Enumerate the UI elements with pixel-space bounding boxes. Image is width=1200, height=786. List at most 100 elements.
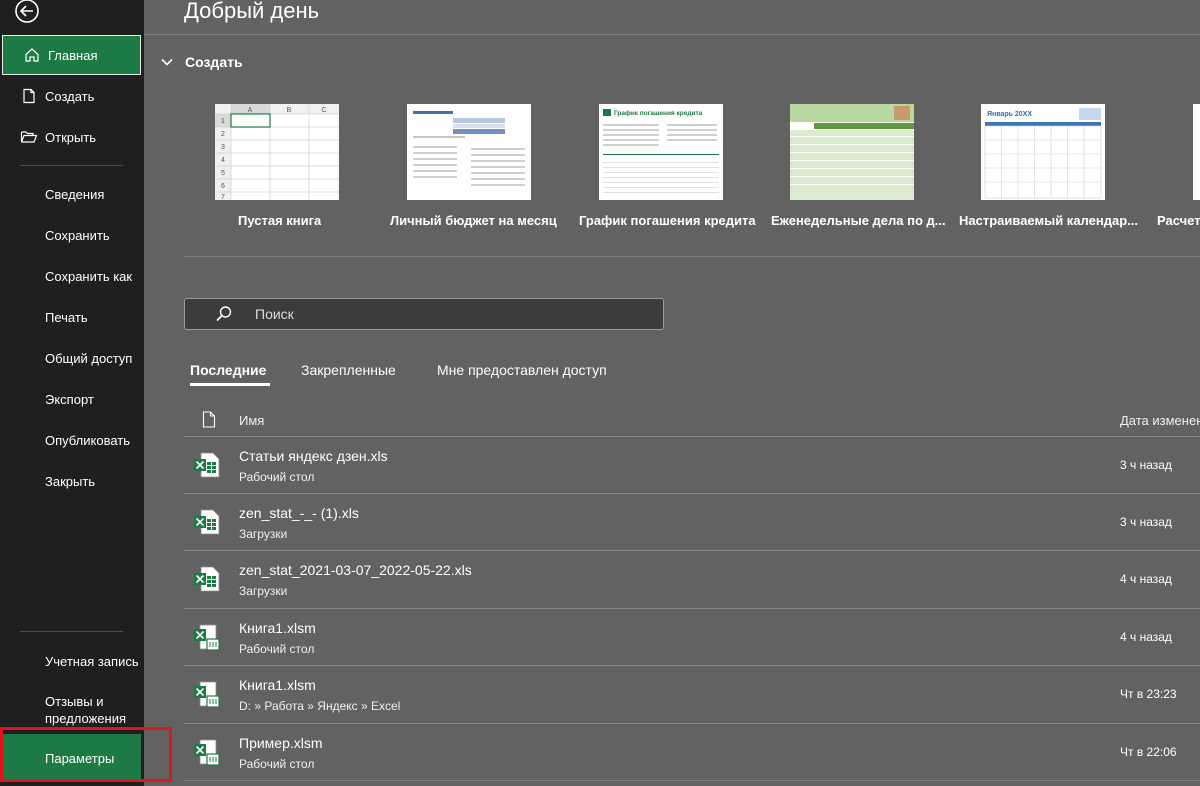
template-budget-label: Личный бюджет на месяц [390, 213, 557, 228]
file-date: 4 ч назад [1120, 572, 1172, 586]
search-icon [216, 306, 232, 322]
file-row[interactable]: Статьи яндекс дзен.xls Рабочий стол 3 ч … [184, 436, 1200, 493]
nav-save-as-label: Сохранить как [45, 268, 133, 284]
sheet-row-3: 3 [221, 144, 225, 151]
sheet-row-5: 5 [221, 170, 225, 177]
file-row[interactable]: Книга1.xlsm Рабочий стол 4 ч назад [184, 608, 1200, 665]
section-divider [184, 256, 1200, 257]
back-arrow-icon[interactable] [14, 0, 40, 24]
tab-recent[interactable]: Последние [190, 362, 266, 378]
calendar-preview: Январь 20XX [981, 104, 1105, 200]
nav-close[interactable]: Закрыть [0, 461, 144, 501]
nav-new[interactable]: Создать [0, 76, 144, 116]
excel-xls-icon [194, 509, 220, 535]
template-chores-label: Еженедельные дела по д... [771, 213, 946, 228]
excel-xlsm-icon [194, 739, 220, 766]
chevron-down-icon[interactable] [160, 55, 174, 69]
budget-preview [407, 104, 531, 200]
file-location: D: » Работа » Яндекс » Excel [239, 699, 401, 713]
file-date: 4 ч назад [1120, 630, 1172, 644]
nav-save-as[interactable]: Сохранить как [0, 256, 144, 296]
file-date: Чт в 23:23 [1120, 687, 1177, 701]
nav-account-label: Учетная запись [45, 653, 139, 669]
file-name: zen_stat_-_- (1).xls [239, 505, 359, 521]
home-icon [23, 46, 41, 64]
column-date-header[interactable]: Дата изменения [1120, 413, 1200, 428]
nav-print-label: Печать [45, 309, 88, 325]
file-name: Книга1.xlsm [239, 677, 316, 693]
nav-export[interactable]: Экспорт [0, 379, 144, 419]
nav-publish[interactable]: Опубликовать [0, 420, 144, 460]
template-weekly-chores[interactable] [790, 104, 914, 200]
nav-publish-label: Опубликовать [45, 432, 131, 448]
nav-save[interactable]: Сохранить [0, 215, 144, 255]
nav-home[interactable]: Главная [2, 35, 141, 75]
template-calculation-label: Расчет [1157, 213, 1200, 228]
page-title: Добрый день [184, 0, 320, 23]
nav-export-label: Экспорт [45, 391, 94, 407]
sheet-row-1: 1 [221, 118, 225, 125]
excel-xlsm-icon [194, 681, 220, 708]
tab-recent-underline [190, 383, 270, 386]
nav-feedback[interactable]: Отзывы и предложения [45, 693, 140, 727]
file-location: Рабочий стол [239, 470, 315, 484]
tab-shared[interactable]: Мне предоставлен доступ [437, 362, 607, 378]
sheet-row-7: 7 [221, 194, 225, 200]
file-location: Рабочий стол [239, 757, 315, 771]
excel-xls-icon [194, 452, 220, 478]
sheet-row-2: 2 [221, 131, 225, 138]
nav-print[interactable]: Печать [0, 297, 144, 337]
nav-account[interactable]: Учетная запись [0, 641, 144, 681]
column-name-header[interactable]: Имя [239, 413, 264, 428]
calendar-preview-title: Январь 20XX [987, 111, 1032, 118]
nav-info[interactable]: Сведения [0, 174, 144, 214]
nav-share-label: Общий доступ [45, 350, 133, 366]
sidebar-divider [20, 631, 123, 632]
nav-home-label: Главная [48, 47, 98, 63]
open-folder-icon [20, 128, 38, 146]
sidebar-divider [20, 165, 123, 166]
backstage-sidebar: Главная Создать Открыть Сведения Сохрани… [0, 0, 144, 786]
template-blank-workbook[interactable]: A B C 1 2 3 4 5 6 7 [215, 104, 339, 200]
tab-pinned[interactable]: Закрепленные [301, 362, 396, 378]
file-location: Загрузки [239, 527, 288, 541]
nav-share[interactable]: Общий доступ [0, 338, 144, 378]
sheet-row-6: 6 [221, 183, 225, 190]
nav-close-label: Закрыть [45, 473, 96, 489]
sheet-col-a: A [248, 107, 253, 114]
chores-preview [790, 104, 914, 200]
loan-preview: График погашения кредита [599, 104, 723, 200]
file-row[interactable]: Пример.xlsm Рабочий стол Чт в 22:06 [184, 723, 1200, 780]
template-calculation[interactable] [1193, 104, 1200, 200]
template-calendar-label: Настраиваемый календар... [959, 213, 1138, 228]
file-location: Загрузки [239, 584, 288, 598]
template-loan-label: График погашения кредита [579, 213, 756, 228]
excel-xlsm-icon [194, 624, 220, 651]
nav-open-label: Открыть [45, 129, 97, 145]
new-file-icon [20, 87, 38, 105]
search-input[interactable] [253, 305, 637, 323]
nav-open[interactable]: Открыть [0, 117, 144, 157]
nav-new-label: Создать [45, 88, 95, 104]
sheet-col-b: B [287, 107, 292, 114]
file-date: Чт в 22:06 [1120, 745, 1177, 759]
sheet-row-4: 4 [221, 157, 225, 164]
file-location: Рабочий стол [239, 642, 315, 656]
template-loan-schedule[interactable]: График погашения кредита [599, 104, 723, 200]
file-name: zen_stat_2021-03-07_2022-05-22.xls [239, 562, 472, 578]
file-name: Статьи яндекс дзен.xls [239, 448, 388, 464]
template-blank-label: Пустая книга [238, 213, 322, 228]
create-section-title: Создать [185, 54, 243, 70]
file-row[interactable]: Книга1.xlsm D: » Работа » Яндекс » Excel… [184, 665, 1200, 722]
search-box[interactable] [184, 298, 664, 330]
file-date: 3 ч назад [1120, 458, 1172, 472]
file-name: Книга1.xlsm [239, 620, 316, 636]
loan-preview-title: График погашения кредита [614, 110, 703, 117]
excel-xls-icon [194, 566, 220, 592]
blank-sheet-preview: A B C 1 2 3 4 5 6 7 [215, 104, 339, 200]
file-row[interactable]: zen_stat_2021-03-07_2022-05-22.xls Загру… [184, 550, 1200, 607]
file-row[interactable]: zen_stat_-_- (1).xls Загрузки 3 ч назад [184, 493, 1200, 550]
header-divider [144, 34, 1200, 35]
template-calendar[interactable]: Январь 20XX [981, 104, 1105, 200]
template-personal-budget[interactable] [407, 104, 531, 200]
